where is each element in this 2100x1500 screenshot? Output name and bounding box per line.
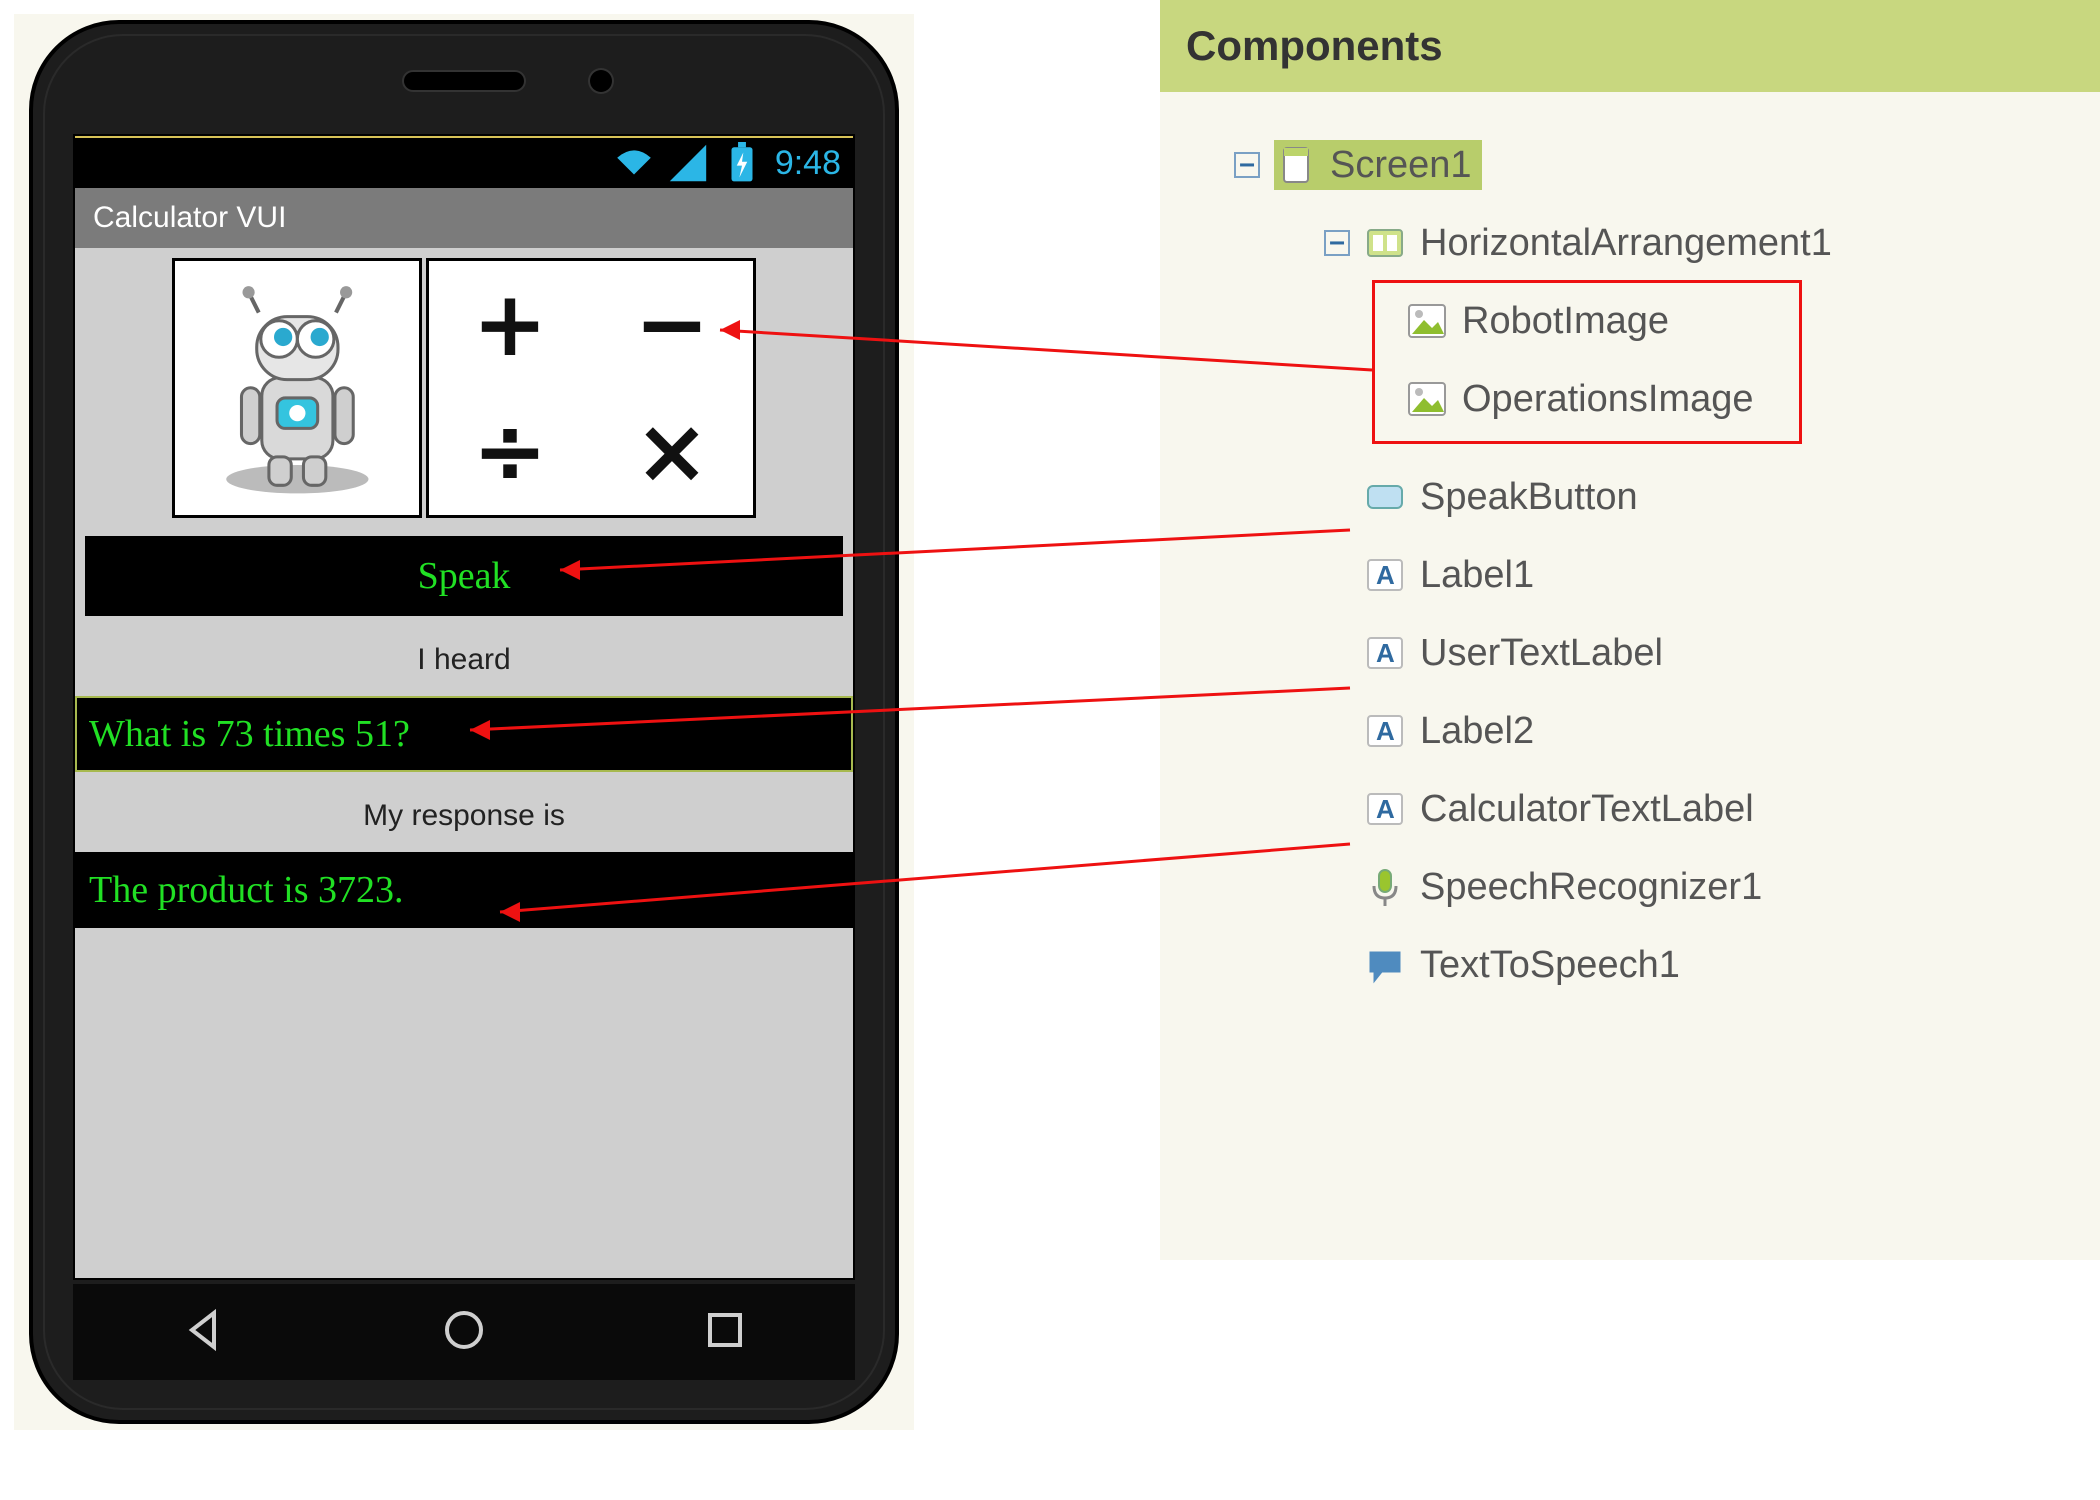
device-screen: 9:48 Calculator VUI bbox=[73, 134, 855, 1280]
svg-text:A: A bbox=[1376, 638, 1395, 668]
tree-label: HorizontalArrangement1 bbox=[1420, 224, 1832, 262]
user-text: What is 73 times 51? bbox=[89, 715, 410, 753]
panel-title: Components bbox=[1186, 25, 1443, 67]
stage: 9:48 Calculator VUI bbox=[0, 0, 2100, 1500]
label1-text: I heard bbox=[417, 645, 510, 675]
calc-text: The product is 3723. bbox=[89, 871, 404, 909]
speech-bubble-icon bbox=[1364, 944, 1406, 986]
tree-item-operationsimage[interactable]: OperationsImage bbox=[1178, 360, 2082, 438]
user-text-label: What is 73 times 51? bbox=[75, 696, 853, 772]
tree-label: RobotImage bbox=[1462, 302, 1669, 340]
operations-image: + − ÷ × bbox=[426, 258, 756, 518]
tree-item-speechrecognizer[interactable]: SpeechRecognizer1 bbox=[1178, 848, 2082, 926]
app-title-bar: Calculator VUI bbox=[75, 188, 853, 248]
microphone-icon bbox=[1364, 866, 1406, 908]
image-icon bbox=[1406, 300, 1448, 342]
speak-button-label: Speak bbox=[418, 557, 511, 595]
side-button-icon bbox=[895, 324, 899, 494]
panel-title-bar: Components bbox=[1160, 0, 2100, 92]
nav-recent-icon[interactable] bbox=[700, 1305, 750, 1360]
status-bar: 9:48 bbox=[75, 138, 853, 188]
svg-text:A: A bbox=[1376, 560, 1395, 590]
tree-item-texttospeech[interactable]: TextToSpeech1 bbox=[1178, 926, 2082, 1004]
label1: I heard bbox=[75, 628, 853, 692]
tree-label: OperationsImage bbox=[1462, 380, 1754, 418]
tree-item-horizontalarrangement[interactable]: − HorizontalArrangement1 bbox=[1178, 204, 2082, 282]
times-icon: × bbox=[591, 407, 753, 497]
tree-label: Label1 bbox=[1420, 556, 1534, 594]
label-icon: A bbox=[1364, 554, 1406, 596]
signal-icon bbox=[667, 142, 709, 184]
tree-label: Screen1 bbox=[1330, 146, 1472, 184]
tree-label: SpeakButton bbox=[1420, 478, 1638, 516]
minus-icon: − bbox=[591, 280, 753, 370]
label-icon: A bbox=[1364, 788, 1406, 830]
tree-label: Label2 bbox=[1420, 712, 1534, 750]
nav-home-icon[interactable] bbox=[439, 1305, 489, 1360]
speak-button[interactable]: Speak bbox=[85, 536, 843, 616]
selected-highlight: Screen1 bbox=[1274, 140, 1482, 190]
components-tree: − Screen1 − HorizontalArrangement1 bbox=[1160, 92, 2100, 1004]
tree-label: CalculatorTextLabel bbox=[1420, 790, 1754, 828]
collapse-icon[interactable]: − bbox=[1324, 230, 1350, 256]
layout-icon bbox=[1364, 222, 1406, 264]
nav-back-icon[interactable] bbox=[178, 1305, 228, 1360]
camera-dot-icon bbox=[590, 70, 612, 92]
battery-charging-icon bbox=[721, 142, 763, 184]
tree-label: UserTextLabel bbox=[1420, 634, 1663, 672]
app-body: + − ÷ × Speak I heard What is 73 times 5… bbox=[75, 248, 853, 928]
label2: My response is bbox=[75, 784, 853, 848]
tree-label: SpeechRecognizer1 bbox=[1420, 868, 1762, 906]
app-title: Calculator VUI bbox=[93, 203, 286, 233]
button-icon bbox=[1364, 476, 1406, 518]
earpiece-icon bbox=[404, 72, 524, 90]
side-button-icon bbox=[29, 284, 33, 374]
tree-item-usertextlabel[interactable]: A UserTextLabel bbox=[1178, 614, 2082, 692]
horizontal-arrangement: + − ÷ × bbox=[75, 248, 853, 530]
side-button-icon bbox=[29, 404, 33, 564]
collapse-icon[interactable]: − bbox=[1234, 152, 1260, 178]
divide-icon: ÷ bbox=[429, 407, 591, 497]
status-time: 9:48 bbox=[775, 146, 841, 180]
tree-item-label2[interactable]: A Label2 bbox=[1178, 692, 2082, 770]
phone-preview: 9:48 Calculator VUI bbox=[14, 14, 914, 1430]
tree-item-screen1[interactable]: − Screen1 bbox=[1178, 126, 2082, 204]
svg-text:A: A bbox=[1376, 794, 1395, 824]
tree-item-speakbutton[interactable]: SpeakButton bbox=[1178, 458, 2082, 536]
label-icon: A bbox=[1364, 632, 1406, 674]
tree-item-label1[interactable]: A Label1 bbox=[1178, 536, 2082, 614]
side-button-icon bbox=[29, 584, 33, 744]
tree-item-robotimage[interactable]: RobotImage bbox=[1178, 282, 2082, 360]
tree-item-calculatortextlabel[interactable]: A CalculatorTextLabel bbox=[1178, 770, 2082, 848]
calculator-text-label: The product is 3723. bbox=[75, 852, 853, 928]
components-panel: Components − Screen1 − HorizontalArrange… bbox=[1160, 0, 2100, 1260]
label2-text: My response is bbox=[363, 801, 565, 831]
screen-icon bbox=[1278, 144, 1320, 186]
image-icon bbox=[1406, 378, 1448, 420]
phone-frame: 9:48 Calculator VUI bbox=[29, 20, 899, 1424]
wifi-icon bbox=[613, 142, 655, 184]
label-icon: A bbox=[1364, 710, 1406, 752]
android-nav-bar bbox=[73, 1284, 855, 1380]
plus-icon: + bbox=[429, 280, 591, 370]
robot-image bbox=[172, 258, 422, 518]
svg-text:A: A bbox=[1376, 716, 1395, 746]
tree-label: TextToSpeech1 bbox=[1420, 946, 1680, 984]
